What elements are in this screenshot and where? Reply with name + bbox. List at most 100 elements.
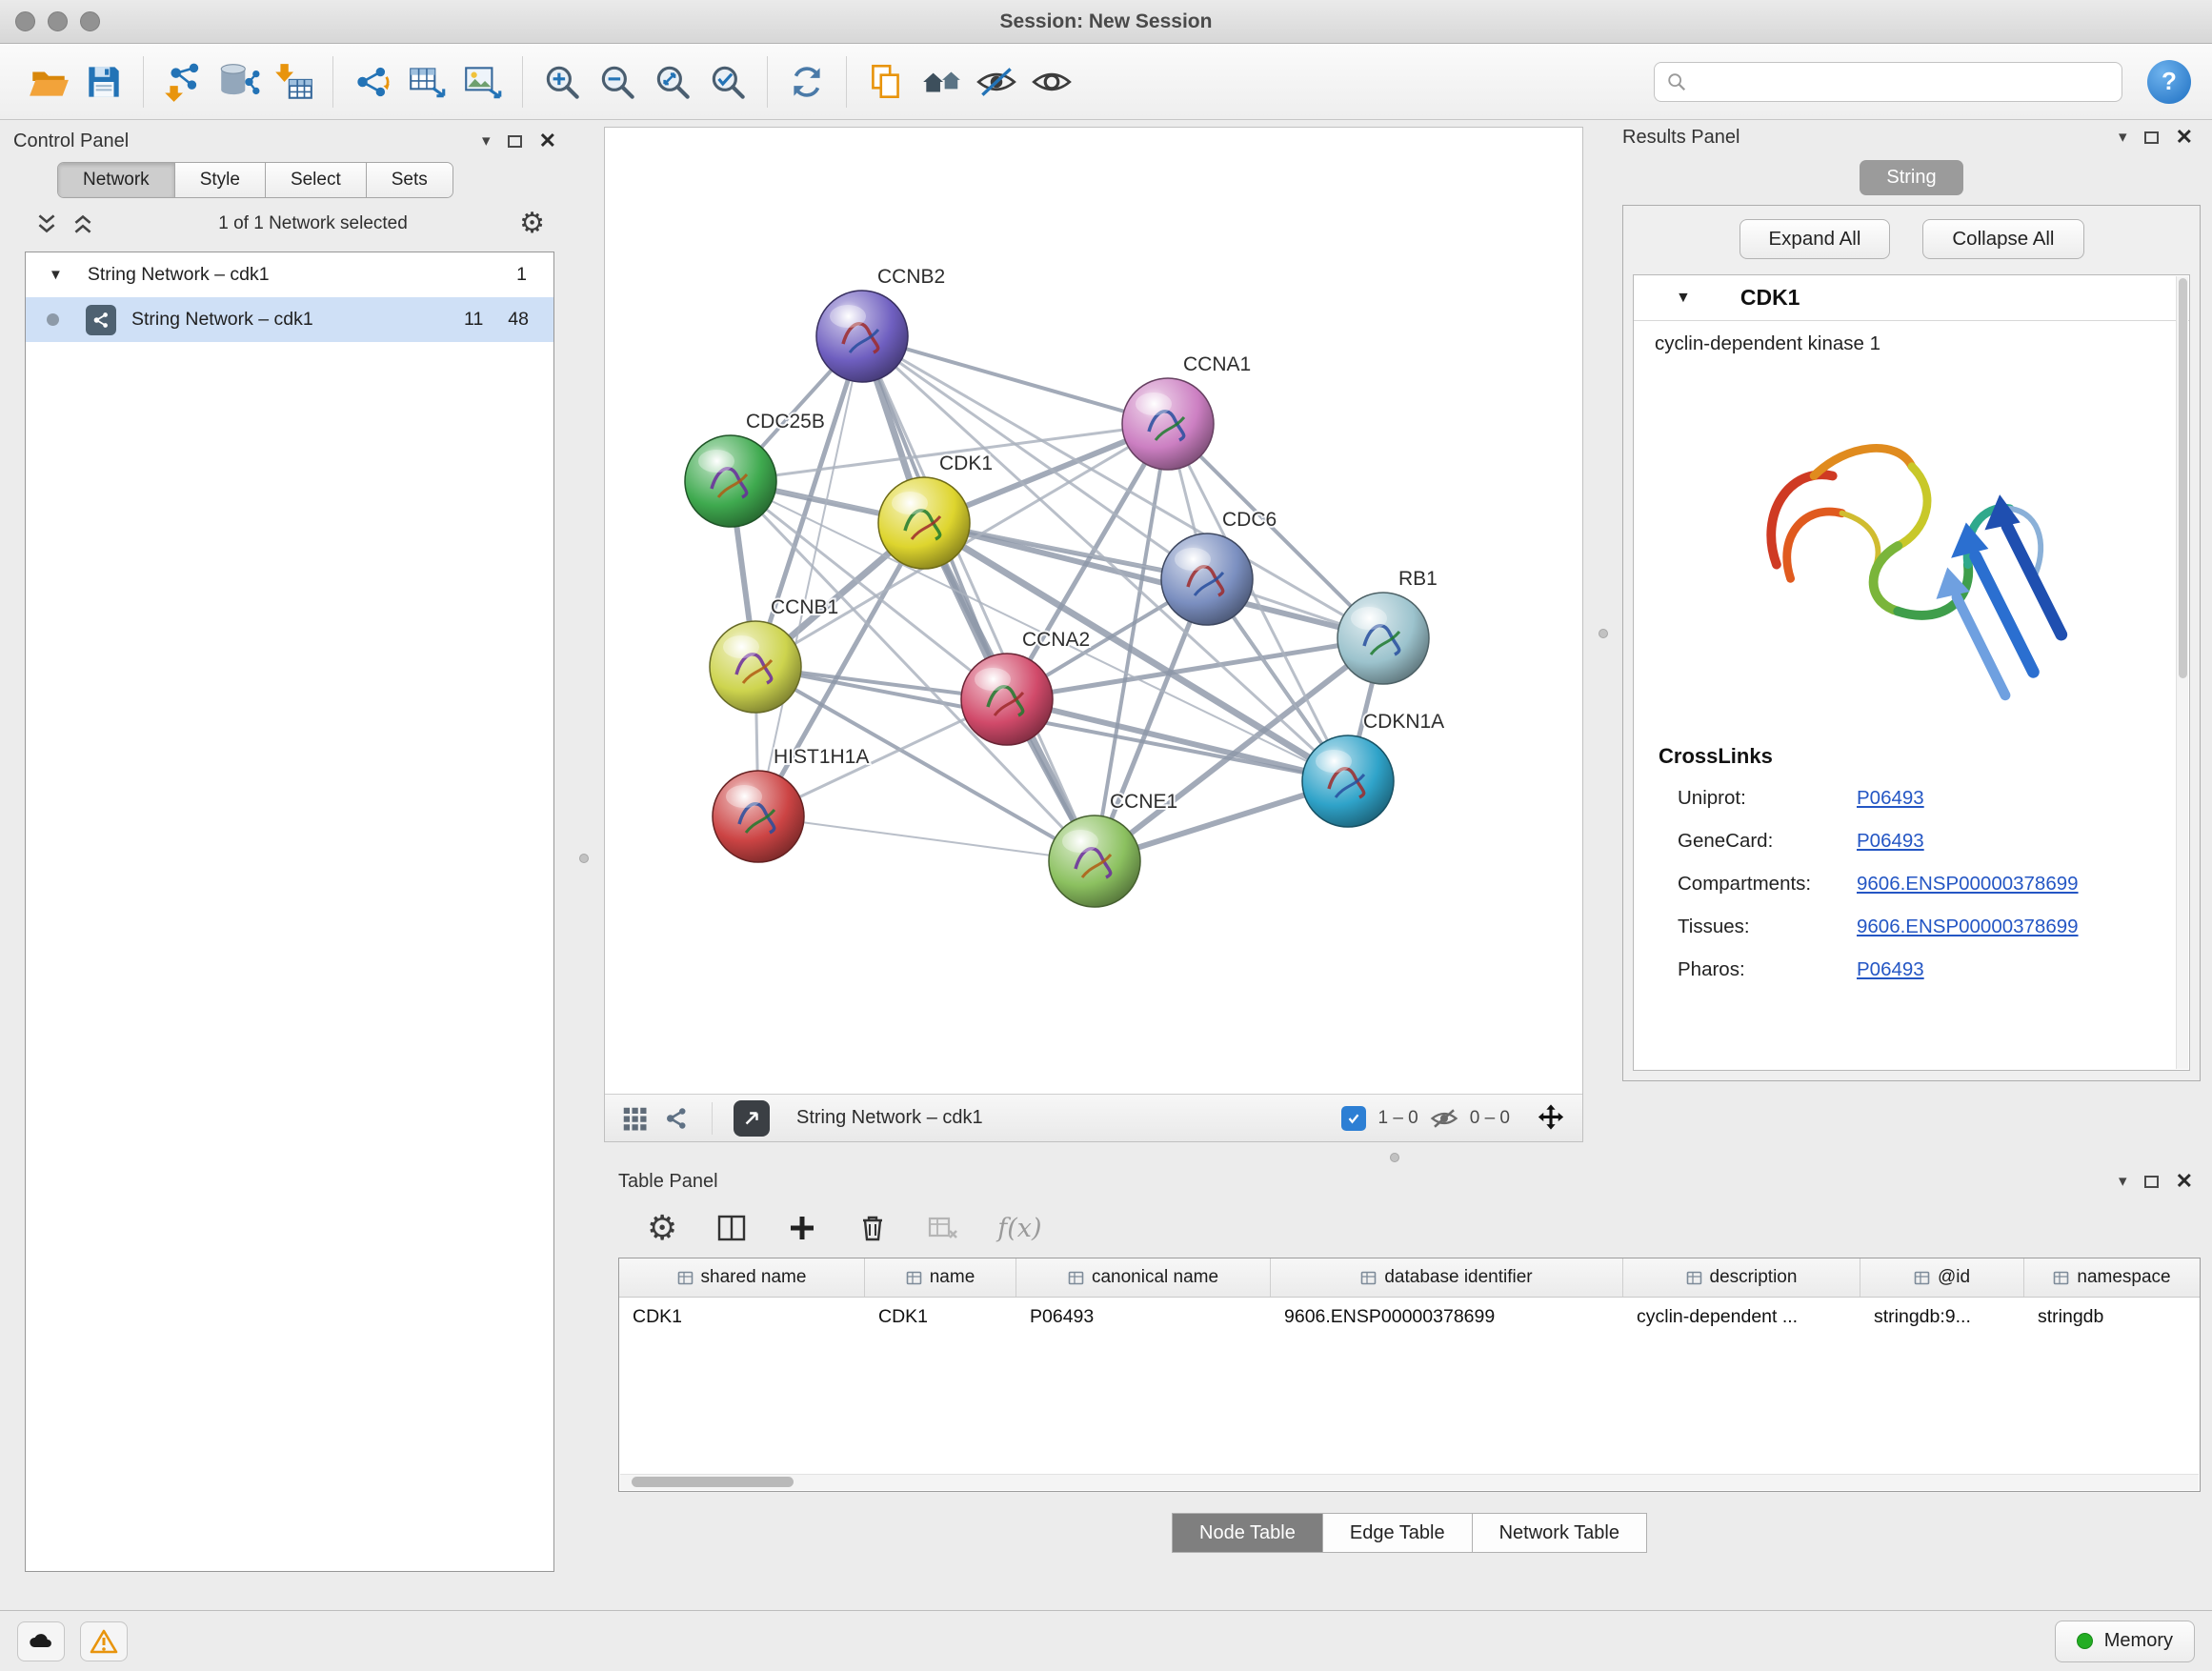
open-in-new-button[interactable]: [734, 1100, 770, 1137]
column-header-name[interactable]: name: [865, 1258, 1016, 1297]
node-CDC25B[interactable]: [685, 435, 776, 527]
grid-icon[interactable]: [620, 1104, 649, 1133]
right-splitter[interactable]: [1583, 120, 1622, 1151]
table-hscrollbar[interactable]: [620, 1474, 2199, 1490]
scrollbar-thumb[interactable]: [632, 1477, 794, 1487]
open-session-button[interactable]: [21, 53, 76, 111]
results-scrollbar[interactable]: [2176, 276, 2188, 1069]
tab-network[interactable]: Network: [58, 163, 174, 197]
table-settings-button[interactable]: ⚙: [647, 1211, 677, 1245]
node-CCNE1[interactable]: [1049, 815, 1140, 907]
minimize-window-button[interactable]: [48, 11, 68, 31]
close-icon[interactable]: ✕: [539, 129, 556, 153]
edge-CCNB2-CCNE1[interactable]: [862, 336, 1095, 861]
import-network-db-button[interactable]: [211, 53, 266, 111]
expand-all-button[interactable]: Expand All: [1739, 219, 1891, 259]
show-all-button[interactable]: [1024, 53, 1079, 111]
crosslink-link[interactable]: 9606.ENSP00000378699: [1857, 905, 2079, 948]
memory-button[interactable]: Memory: [2055, 1621, 2195, 1662]
cell-namespace[interactable]: stringdb: [2024, 1298, 2200, 1336]
crosslink-link[interactable]: P06493: [1857, 948, 1924, 991]
cell-name[interactable]: CDK1: [865, 1298, 1016, 1336]
node-CCNB2[interactable]: [816, 291, 908, 382]
cell-id[interactable]: stringdb:9...: [1860, 1298, 2024, 1336]
close-icon[interactable]: ✕: [2176, 1169, 2193, 1194]
node-RB1[interactable]: [1337, 593, 1429, 684]
caret-down-icon[interactable]: ▾: [2119, 1172, 2127, 1191]
column-header-namespace[interactable]: namespace: [2024, 1258, 2200, 1297]
float-icon[interactable]: [2144, 131, 2159, 144]
splitter-handle[interactable]: [1390, 1153, 1399, 1162]
cell-canonical-name[interactable]: P06493: [1016, 1298, 1271, 1336]
column-header-database-identifier[interactable]: database identifier: [1271, 1258, 1623, 1297]
horizontal-splitter[interactable]: [604, 1151, 2212, 1164]
checkbox-icon[interactable]: [1341, 1106, 1366, 1131]
maximize-window-button[interactable]: [80, 11, 100, 31]
network-graph[interactable]: CCNB2CCNA1CDC25BCDK1CDC6RB1CCNB1CCNA2CDK…: [605, 128, 1582, 1094]
image-export-button[interactable]: [455, 53, 511, 111]
zoom-in-button[interactable]: [534, 53, 590, 111]
network-collection-row[interactable]: ▼ String Network – cdk1 1: [26, 252, 553, 297]
node-CCNA2[interactable]: [961, 654, 1053, 745]
column-header-shared-name[interactable]: shared name: [619, 1258, 865, 1297]
hide-selected-button[interactable]: [969, 53, 1024, 111]
tab-string[interactable]: String: [1860, 160, 1962, 195]
network-canvas[interactable]: CCNB2CCNA1CDC25BCDK1CDC6RB1CCNB1CCNA2CDK…: [605, 128, 1582, 1094]
column-header-id[interactable]: @id: [1860, 1258, 2024, 1297]
expand-all-icon[interactable]: [70, 211, 95, 236]
left-splitter[interactable]: [564, 120, 604, 1610]
node-HIST1H1A[interactable]: [713, 771, 804, 862]
tree-caret-icon[interactable]: ▼: [1676, 290, 1691, 307]
share-icon[interactable]: [662, 1104, 691, 1133]
crosslink-link[interactable]: P06493: [1857, 819, 1924, 862]
gear-icon[interactable]: ⚙: [519, 210, 545, 238]
cloud-button[interactable]: [17, 1621, 65, 1661]
node-CCNA1[interactable]: [1122, 378, 1214, 470]
houses-button[interactable]: [914, 53, 969, 111]
import-table-button[interactable]: [266, 53, 321, 111]
column-header-canonical-name[interactable]: canonical name: [1016, 1258, 1271, 1297]
cell-shared-name[interactable]: CDK1: [619, 1298, 865, 1336]
network-row-selected[interactable]: String Network – cdk1 11 48: [26, 297, 553, 342]
edge-HIST1H1A-CCNB2[interactable]: [758, 336, 862, 816]
splitter-handle[interactable]: [579, 854, 589, 863]
zoom-fit-button[interactable]: [645, 53, 700, 111]
node-CDK1[interactable]: [878, 477, 970, 569]
splitter-handle[interactable]: [1599, 629, 1608, 638]
refresh-button[interactable]: [779, 53, 835, 111]
function-builder-button[interactable]: f(x): [997, 1214, 1041, 1243]
tab-style[interactable]: Style: [174, 163, 265, 197]
crosshair-icon[interactable]: [1535, 1102, 1567, 1135]
tab-select[interactable]: Select: [265, 163, 366, 197]
warning-button[interactable]: [80, 1621, 128, 1661]
collapse-all-button[interactable]: Collapse All: [1922, 219, 2083, 259]
search-input[interactable]: [1697, 71, 2110, 92]
cell-description[interactable]: cyclin-dependent ...: [1623, 1298, 1860, 1336]
tab-node-table[interactable]: Node Table: [1173, 1514, 1323, 1552]
tab-network-table[interactable]: Network Table: [1473, 1514, 1646, 1552]
import-network-file-button[interactable]: [155, 53, 211, 111]
cell-database-identifier[interactable]: 9606.ENSP00000378699: [1271, 1298, 1623, 1336]
node-CCNB1[interactable]: [710, 621, 801, 713]
crosslink-link[interactable]: P06493: [1857, 776, 1924, 819]
float-icon[interactable]: [2144, 1176, 2159, 1188]
delete-column-button[interactable]: [856, 1212, 889, 1244]
table-export-button[interactable]: [400, 53, 455, 111]
tab-edge-table[interactable]: Edge Table: [1323, 1514, 1473, 1552]
caret-down-icon[interactable]: ▾: [2119, 128, 2127, 147]
edge-CCNA2-CDKN1A[interactable]: [1007, 699, 1348, 781]
copy-button[interactable]: [858, 53, 914, 111]
column-header-description[interactable]: description: [1623, 1258, 1860, 1297]
show-columns-button[interactable]: [715, 1212, 748, 1244]
tab-sets[interactable]: Sets: [366, 163, 452, 197]
add-column-button[interactable]: [786, 1212, 818, 1244]
node-CDC6[interactable]: [1161, 534, 1253, 625]
edge-HIST1H1A-CCNE1[interactable]: [758, 816, 1095, 861]
close-window-button[interactable]: [15, 11, 35, 31]
crosslink-link[interactable]: 9606.ENSP00000378699: [1857, 862, 2079, 905]
help-button[interactable]: ?: [2147, 60, 2191, 104]
save-session-button[interactable]: [76, 53, 131, 111]
network-copy-button[interactable]: [345, 53, 400, 111]
gene-header[interactable]: ▼ CDK1: [1634, 275, 2189, 321]
node-CDKN1A[interactable]: [1302, 735, 1394, 827]
